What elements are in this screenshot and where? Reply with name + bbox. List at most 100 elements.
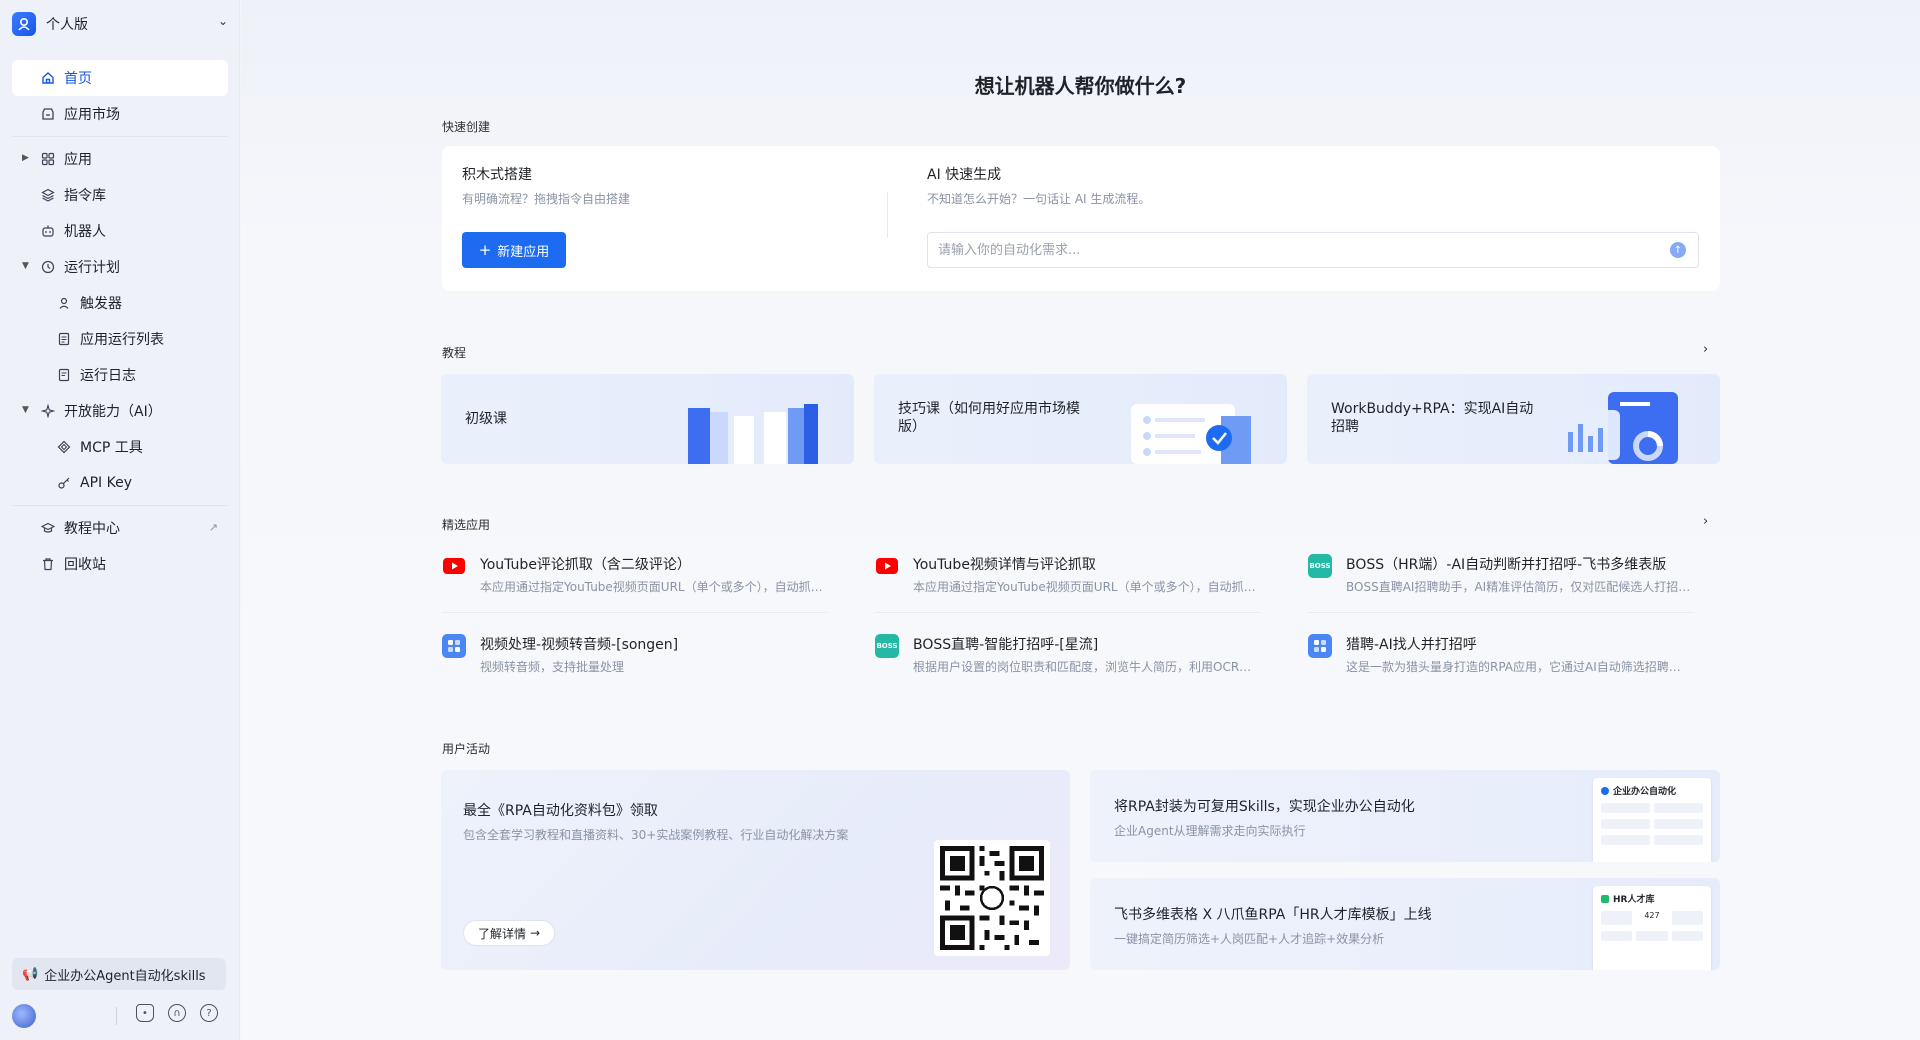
new-app-label: 新建应用 (497, 244, 550, 260)
sidebar-item-label: 应用运行列表 (80, 332, 164, 348)
divider (442, 612, 827, 613)
quick-create-card: 积木式搭建 有明确流程？拖拽指令自由搭建 + 新建应用 AI 快速生成 不知道怎… (442, 146, 1720, 291)
sidebar-item-tutorial-center[interactable]: 教程中心 ↗ (12, 510, 228, 546)
app-name: YouTube视频详情与评论抓取 (913, 557, 1096, 573)
doc-title: HR人才库 (1613, 895, 1655, 905)
block-build-title: 积木式搭建 (462, 167, 532, 183)
caret-right-icon[interactable]: ▶ (22, 153, 29, 163)
trash-icon (40, 556, 56, 572)
help-icon[interactable]: ? (200, 1004, 218, 1022)
learn-more-button[interactable]: 了解详情 → (463, 920, 555, 946)
app-card[interactable]: 视频处理-视频转音频-[songen] 视频转音频，支持批量处理 (442, 630, 842, 690)
app-name: 猎聘-AI找人并打招呼 (1346, 637, 1477, 653)
sidebar-item-mcp[interactable]: MCP 工具 (12, 429, 228, 465)
app-description: 根据用户设置的岗位职责和匹配度，浏览牛人简历，利用OCR和AI智能打招呼 (913, 660, 1258, 674)
app-name: BOSS直聘-智能打招呼-[星流] (913, 637, 1099, 653)
edition-switcher[interactable]: 个人版 ⌄ (12, 12, 228, 36)
tutorial-title: 技巧课（如何用好应用市场模版） (898, 401, 1080, 435)
sidebar-item-open-ai[interactable]: ▼ 开放能力（AI） (12, 393, 228, 429)
sidebar-item-home[interactable]: 首页 (12, 60, 228, 96)
ai-requirement-input[interactable] (927, 232, 1699, 268)
chevron-right-icon[interactable]: › (1703, 514, 1708, 529)
activity-subtitle: 包含全套学习教程和直播资料、30+实战案例教程、行业自动化解决方案 (463, 828, 849, 842)
brand-logo-icon (12, 12, 36, 36)
app-name: BOSS（HR端）-AI自动判断并打招呼-飞书多维表版 (1346, 557, 1667, 573)
tutorial-card-beginner[interactable]: 初级课 (441, 374, 854, 464)
tutorial-card-skills[interactable]: 技巧课（如何用好应用市场模版） (874, 374, 1287, 464)
plus-icon: + (478, 241, 492, 259)
avatar[interactable] (12, 1004, 36, 1028)
app-description: 本应用通过指定YouTube视频页面URL（单个或多个），自动抓取视频详情与评论 (913, 580, 1258, 594)
headset-icon[interactable]: ∩ (168, 1004, 186, 1022)
sidebar-item-run-log[interactable]: 运行日志 (12, 357, 228, 393)
divider (116, 1007, 117, 1025)
app-card[interactable]: BOSS BOSS直聘-智能打招呼-[星流] 根据用户设置的岗位职责和匹配度，浏… (875, 630, 1275, 690)
sidebar-item-recycle-bin[interactable]: 回收站 (12, 546, 228, 582)
sidebar-item-label: 指令库 (64, 188, 106, 204)
new-app-button[interactable]: + 新建应用 (462, 232, 566, 268)
app-card[interactable]: YouTube视频详情与评论抓取 本应用通过指定YouTube视频页面URL（单… (875, 550, 1275, 610)
tutorial-title: WorkBuddy+RPA：实现AI自动招聘 (1331, 401, 1534, 435)
market-icon (40, 106, 56, 122)
block-build-subtitle: 有明确流程？拖拽指令自由搭建 (462, 192, 631, 206)
external-link-icon: ↗ (208, 521, 218, 534)
enterprise-doc-preview: 企业办公自动化 (1593, 778, 1711, 862)
caret-down-icon[interactable]: ▼ (22, 261, 29, 271)
promo-banner[interactable]: 📢 企业办公Agent自动化skills (12, 958, 226, 990)
activity-card-skills[interactable]: 将RPA封装为可复用Skills，实现企业办公自动化 企业Agent从理解需求走… (1090, 770, 1720, 862)
sidebar-nav: 首页 应用市场 ▶ 应用 指令库 机器人 ▼ 运行计划 触发器 应用运行列表 运… (12, 60, 228, 582)
footer-icons: • ∩ ? (136, 1004, 218, 1022)
divider (887, 192, 888, 238)
send-icon[interactable]: ↑ (1670, 242, 1686, 258)
edition-label: 个人版 (46, 17, 88, 33)
divider (875, 612, 1260, 613)
sidebar-item-trigger[interactable]: 触发器 (12, 285, 228, 321)
sidebar-item-label: 开放能力（AI） (64, 404, 162, 420)
app-description: 视频转音频，支持批量处理 (480, 660, 625, 674)
home-icon (40, 70, 56, 86)
app-grid-icon (1308, 634, 1332, 658)
chevron-right-icon[interactable]: › (1703, 342, 1708, 357)
ai-generate-subtitle: 不知道怎么开始？一句话让 AI 生成流程。 (927, 192, 1151, 206)
sidebar-item-label: 应用市场 (64, 107, 120, 123)
sidebar-item-schedule[interactable]: ▼ 运行计划 (12, 249, 228, 285)
sidebar-item-api-key[interactable]: API Key (12, 465, 228, 501)
sparkle-icon (40, 403, 56, 419)
activity-subtitle: 企业Agent从理解需求走向实际执行 (1114, 824, 1306, 838)
qr-code (934, 840, 1050, 956)
layers-icon (40, 187, 56, 203)
boss-icon: BOSS (1308, 554, 1332, 578)
logo-dot-icon (1601, 786, 1609, 795)
hr-doc-preview: HR人才库 427 (1593, 886, 1711, 970)
sidebar-item-run-list[interactable]: 应用运行列表 (12, 321, 228, 357)
sidebar-item-label: MCP 工具 (80, 440, 143, 456)
app-card[interactable]: BOSS BOSS（HR端）-AI自动判断并打招呼-飞书多维表版 BOSS直聘A… (1308, 550, 1708, 610)
boss-icon: BOSS (875, 634, 899, 658)
sidebar-item-market[interactable]: 应用市场 (12, 96, 228, 132)
bell-icon[interactable]: • (136, 1004, 154, 1022)
dashboard-illustration (1554, 392, 1678, 464)
youtube-icon (442, 554, 466, 578)
trigger-icon (56, 295, 72, 311)
chevron-down-icon[interactable]: ⌄ (218, 14, 228, 28)
robot-icon (40, 223, 56, 239)
activity-card-hr-template[interactable]: 飞书多维表格 X 八爪鱼RPA「HR人才库模板」上线 一键搞定简历筛选+人岗匹配… (1090, 878, 1720, 970)
tutorial-title: 初级课 (465, 411, 507, 427)
activity-title: 将RPA封装为可复用Skills，实现企业办公自动化 (1114, 799, 1415, 815)
activity-subtitle: 一键搞定简历筛选+人岗匹配+人才追踪+效果分析 (1114, 932, 1385, 946)
sidebar-item-robot[interactable]: 机器人 (12, 213, 228, 249)
ai-generate-title: AI 快速生成 (927, 167, 1002, 183)
doc-title: 企业办公自动化 (1613, 787, 1677, 797)
divider (12, 136, 228, 137)
checklist-illustration (1131, 404, 1251, 464)
divider (12, 505, 228, 506)
app-card[interactable]: YouTube评论抓取（含二级评论） 本应用通过指定YouTube视频页面URL… (442, 550, 842, 610)
app-card[interactable]: 猎聘-AI找人并打招呼 这是一款为猎头量身打造的RPA应用，它通过AI自动筛选招… (1308, 630, 1708, 690)
books-illustration (688, 404, 818, 464)
sidebar-item-commands[interactable]: 指令库 (12, 177, 228, 213)
sidebar-item-apps[interactable]: ▶ 应用 (12, 141, 228, 177)
tutorial-card-workbuddy[interactable]: WorkBuddy+RPA：实现AI自动招聘 (1307, 374, 1720, 464)
sidebar-item-label: 教程中心 (64, 521, 120, 537)
caret-down-icon[interactable]: ▼ (22, 405, 29, 415)
activity-card-rpa-pack[interactable]: 最全《RPA自动化资料包》领取 包含全套学习教程和直播资料、30+实战案例教程、… (441, 770, 1070, 970)
